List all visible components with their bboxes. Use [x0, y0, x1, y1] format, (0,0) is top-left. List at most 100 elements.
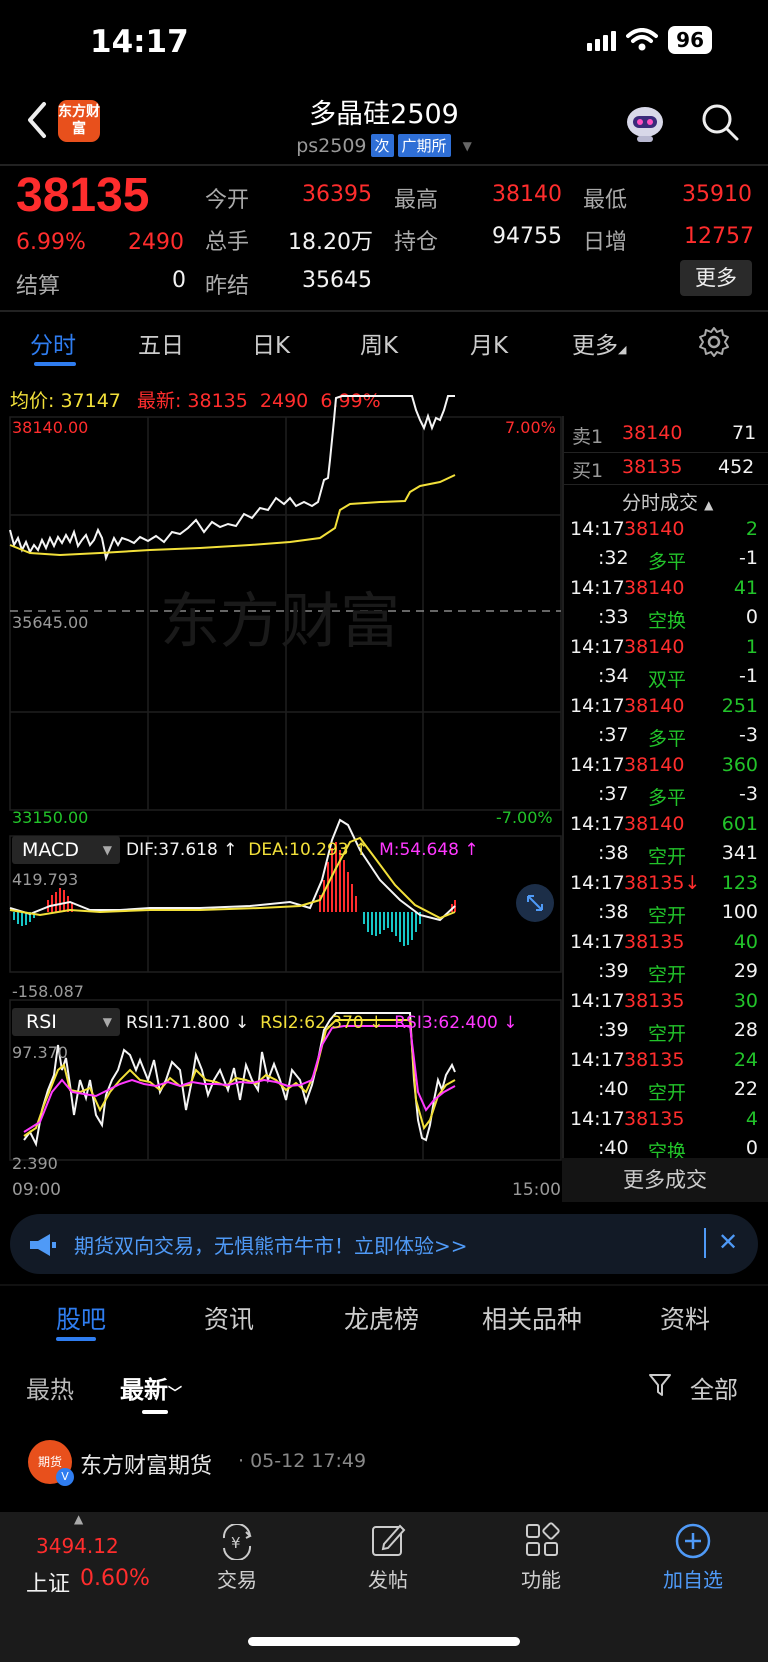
tab-news[interactable]: 资讯 [204, 1300, 254, 1336]
expand-chart-button[interactable] [516, 884, 554, 922]
settle-label: 结算 [16, 274, 61, 299]
sell1-volume: 71 [732, 422, 757, 444]
trade-volume: 4 [745, 1108, 758, 1130]
trade-second: :40 [598, 1078, 629, 1100]
buy1-price: 38135 [622, 456, 683, 478]
robot-assistant-icon[interactable] [624, 102, 666, 144]
add-watchlist-icon[interactable] [674, 1522, 712, 1560]
index-pct[interactable]: 0.60% [80, 1566, 150, 1591]
banner-text[interactable]: 期货双向交易，无惧熊市牛市！立即体验>> [74, 1230, 468, 1259]
post-author[interactable]: 东方财富期货 [80, 1448, 212, 1480]
last-price: 38135 [16, 169, 150, 222]
tab-forum[interactable]: 股吧 [56, 1300, 106, 1336]
trade-price: 38140 [624, 636, 685, 658]
time-start-label: 09:00 [12, 1180, 61, 1200]
nav-post[interactable]: 发帖 [338, 1564, 438, 1593]
macd-selector[interactable]: MACD ▼ [12, 836, 120, 864]
index-value[interactable]: 3494.12 [36, 1534, 119, 1558]
settings-gear-icon[interactable] [698, 326, 730, 358]
nav-function[interactable]: 功能 [491, 1564, 591, 1593]
volume-value: 18.20万 [288, 230, 373, 255]
tab-related[interactable]: 相关品种 [482, 1300, 582, 1336]
tab-five-day[interactable]: 五日 [138, 326, 184, 360]
battery-indicator: 96 [668, 26, 712, 54]
buy1-label: 买1 [572, 460, 604, 482]
filter-latest[interactable]: 最新﹀ [120, 1370, 182, 1405]
function-grid-icon[interactable] [524, 1522, 560, 1558]
change-pct: 6.99% [16, 230, 86, 255]
open-value: 36395 [302, 182, 372, 207]
trade-second: :38 [598, 842, 629, 864]
trade-oi-change: 29 [733, 960, 758, 982]
trades-header[interactable]: 分时成交 ▲ [622, 488, 713, 515]
tab-dragon-tiger[interactable]: 龙虎榜 [344, 1300, 419, 1336]
trade-time: 14:17 [570, 931, 625, 953]
tab-monthly-k[interactable]: 月K [470, 326, 508, 360]
trade-time: 14:17 [570, 695, 625, 717]
tab-weekly-k[interactable]: 周K [360, 326, 398, 360]
rsi-selector[interactable]: RSI ▼ [12, 1008, 120, 1036]
trade-kind: 多平 [648, 787, 687, 809]
trade-time: 14:17 [570, 990, 625, 1012]
more-quote-button[interactable]: 更多 [680, 260, 752, 296]
trade-price: 38140 [624, 695, 685, 717]
trade-volume: 41 [733, 577, 758, 599]
trade-oi-change: -3 [739, 783, 758, 805]
trade-volume: 601 [721, 813, 758, 835]
more-trades-button[interactable]: 更多成交 [562, 1158, 768, 1202]
divider [0, 164, 768, 166]
intraday-chart[interactable]: 东方财富 [0, 380, 562, 1200]
trade-price: 38135 [624, 931, 685, 953]
filter-icon[interactable] [648, 1372, 674, 1398]
divider [0, 1284, 768, 1286]
sell1-price: 38140 [622, 422, 683, 444]
filter-hot[interactable]: 最热 [26, 1370, 74, 1405]
divider [564, 484, 768, 485]
trade-oi-change: -1 [739, 547, 758, 569]
filter-indicator [142, 1410, 168, 1414]
open-label: 今开 [205, 188, 250, 213]
trade-price: 38135 [624, 1108, 685, 1130]
home-indicator [248, 1637, 520, 1646]
trade-time: 14:17 [570, 813, 625, 835]
rsi-max-label: 97.370 [12, 1043, 68, 1062]
dropdown-caret-icon[interactable]: ▼ [463, 139, 472, 153]
trade-second: :32 [598, 547, 629, 569]
divider [564, 452, 768, 453]
collapse-arrow-icon[interactable]: ▲ [74, 1512, 83, 1526]
trade-kind: 空开 [648, 1023, 687, 1045]
y-axis-mid-label: 35645.00 [12, 613, 89, 632]
wifi-icon [626, 28, 659, 51]
trade-oi-change: 28 [733, 1019, 758, 1041]
tab-daily-k[interactable]: 日K [252, 326, 290, 360]
trade-kind: 多平 [648, 551, 687, 573]
filter-all[interactable]: 全部 [690, 1370, 738, 1405]
trade-volume: 251 [721, 695, 758, 717]
svg-text:¥: ¥ [231, 1534, 241, 1552]
trade-kind: 空开 [648, 964, 687, 986]
megaphone-icon [30, 1234, 56, 1256]
trade-price: 38140 [624, 577, 685, 599]
post-edit-icon[interactable] [370, 1522, 406, 1558]
tab-intraday[interactable]: 分时 [30, 326, 76, 360]
close-banner-icon[interactable]: ✕ [718, 1228, 738, 1256]
nav-trade[interactable]: 交易 [187, 1564, 287, 1593]
trade-volume: 360 [721, 754, 758, 776]
buy1-volume: 452 [718, 456, 755, 478]
rsi-min-label: 2.390 [12, 1154, 58, 1173]
trade-oi-change: 22 [733, 1078, 758, 1100]
nav-add-watchlist[interactable]: 加自选 [643, 1564, 743, 1593]
index-name[interactable]: 上证 [26, 1566, 70, 1598]
tab-active-indicator [34, 362, 76, 366]
high-label: 最高 [394, 188, 439, 213]
signal-icon [587, 29, 617, 51]
expand-icon [527, 895, 543, 911]
search-icon[interactable] [700, 102, 740, 142]
time-end-label: 15:00 [512, 1180, 561, 1200]
y-axis-bottom-label: 33150.00 [12, 808, 89, 827]
section-tab-indicator [56, 1337, 96, 1341]
trade-icon[interactable]: ¥ [218, 1524, 256, 1560]
tab-more[interactable]: 更多◢ [572, 326, 626, 360]
tab-profile[interactable]: 资料 [660, 1300, 710, 1336]
trade-second: :37 [598, 783, 629, 805]
